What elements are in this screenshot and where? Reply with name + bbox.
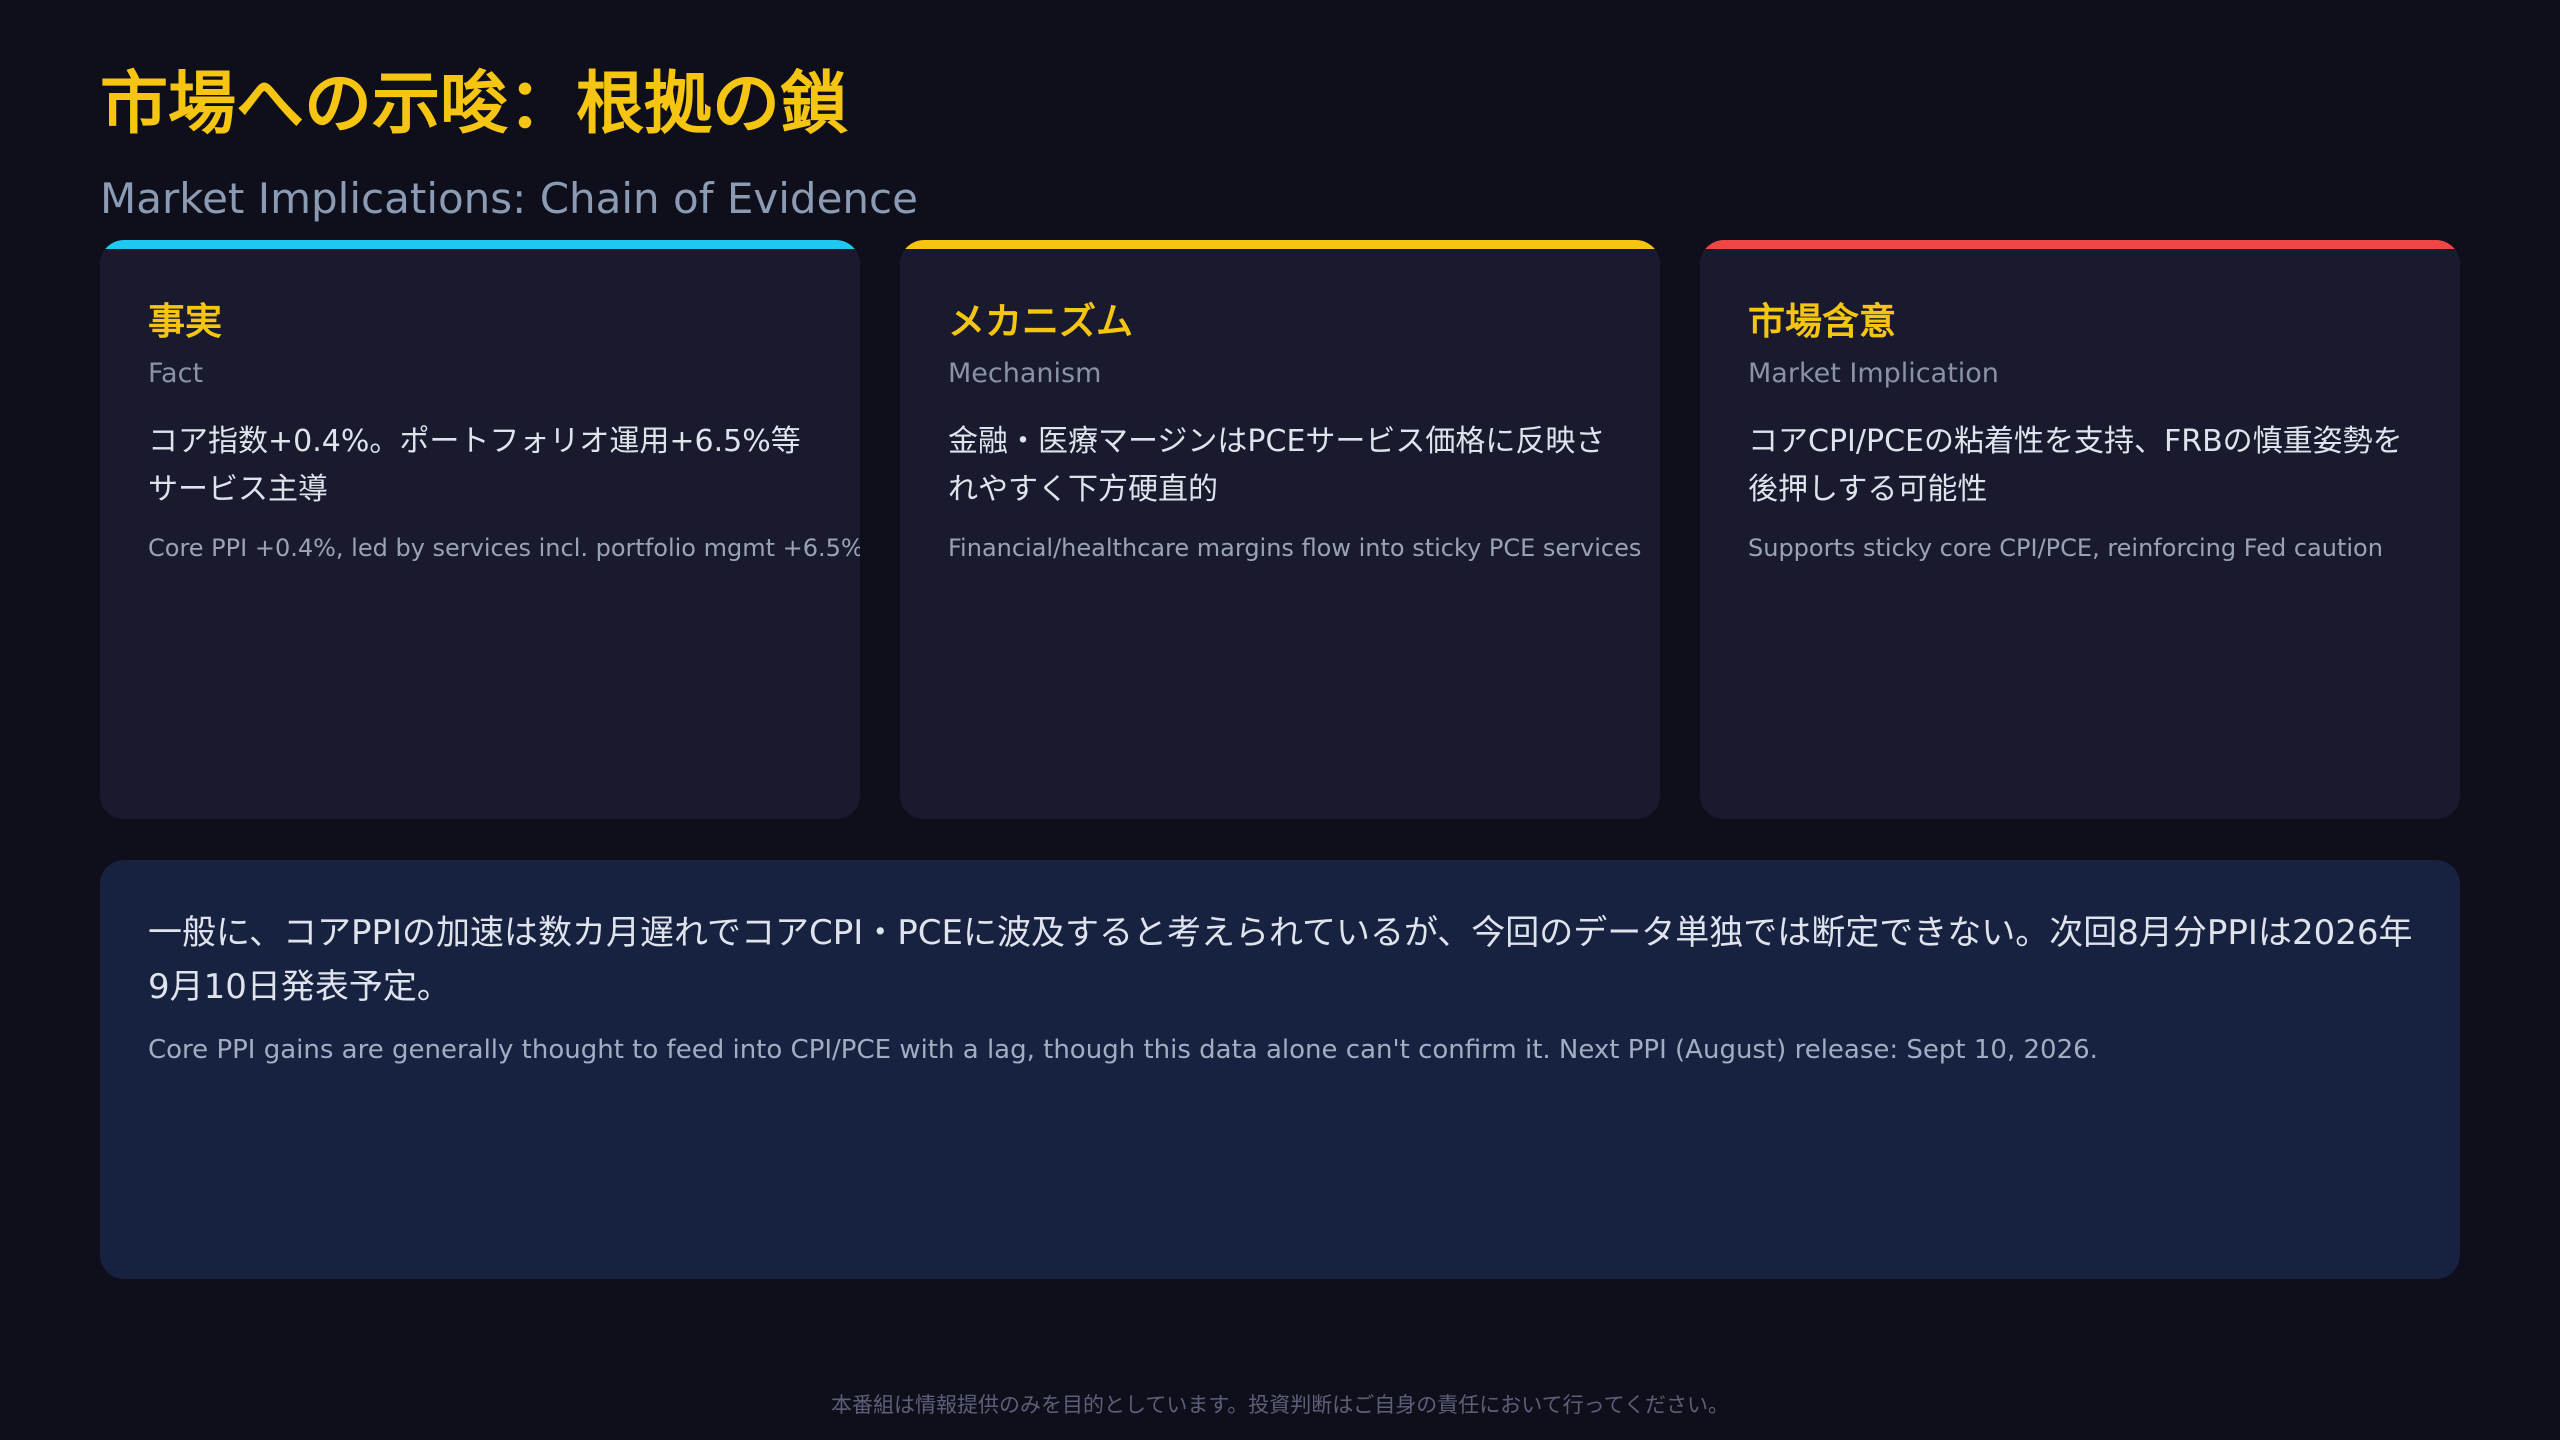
page-title: 市場への示唆：根拠の鎖 — [100, 65, 849, 144]
implication-card-title: 市場含意 — [1748, 300, 1896, 343]
fact-card: 事実 Fact コア指数+0.4%。ポートフォリオ運用+6.5%等サービス主導 … — [100, 240, 860, 819]
fact-card-accent-bar — [100, 240, 860, 249]
page-subtitle: Market Implications: Chain of Evidence — [100, 174, 918, 223]
summary-note: Core PPI gains are generally thought to … — [148, 1035, 2098, 1065]
implication-card-subtitle: Market Implication — [1748, 358, 1999, 389]
mechanism-card: メカニズム Mechanism 金融・医療マージンはPCEサービス価格に反映され… — [900, 240, 1660, 819]
fact-card-subtitle: Fact — [148, 358, 204, 389]
implication-card: 市場含意 Market Implication コアCPI/PCEの粘着性を支持… — [1700, 240, 2460, 819]
summary-panel: 一般に、コアPPIの加速は数カ月遅れでコアCPI・PCEに波及すると考えられてい… — [100, 860, 2460, 1279]
slide: 市場への示唆：根拠の鎖 Market Implications: Chain o… — [0, 0, 2560, 1440]
mechanism-card-subtitle: Mechanism — [948, 358, 1102, 389]
mechanism-card-body: 金融・医療マージンはPCEサービス価格に反映されやすく下方硬直的 — [948, 424, 1606, 507]
fact-card-title: 事実 — [148, 300, 222, 343]
disclaimer-footer: 本番組は情報提供のみを目的としています。投資判断はご自身の責任において行ってくだ… — [831, 1393, 1729, 1417]
mechanism-card-note: Financial/healthcare margins flow into s… — [948, 534, 1642, 562]
summary-body: 一般に、コアPPIの加速は数カ月遅れでコアCPI・PCEに波及すると考えられてい… — [148, 913, 2413, 1008]
fact-card-note: Core PPI +0.4%, led by services incl. po… — [148, 534, 860, 562]
mechanism-card-accent-bar — [900, 240, 1660, 249]
mechanism-card-title: メカニズム — [948, 300, 1133, 343]
implication-card-note: Supports sticky core CPI/PCE, reinforcin… — [1748, 534, 2383, 562]
implication-card-body: コアCPI/PCEの粘着性を支持、FRBの慎重姿勢を後押しする可能性 — [1748, 424, 2403, 507]
implication-card-accent-bar — [1700, 240, 2460, 249]
fact-card-body: コア指数+0.4%。ポートフォリオ運用+6.5%等サービス主導 — [148, 424, 801, 507]
